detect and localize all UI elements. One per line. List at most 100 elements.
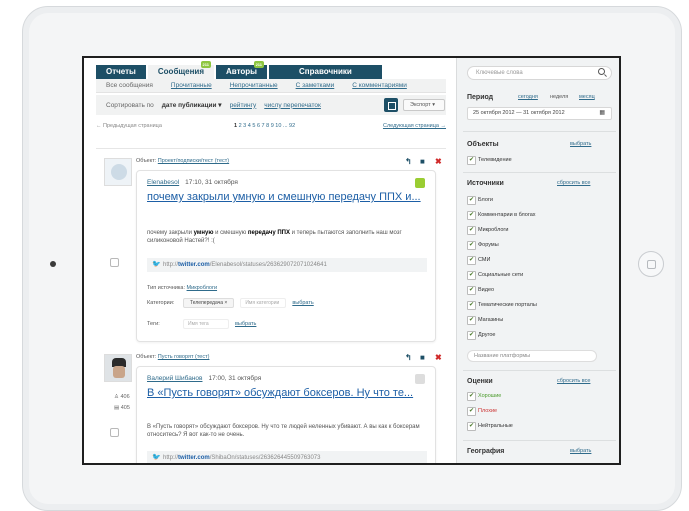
period-week[interactable]: неделя xyxy=(550,94,568,100)
filter-all[interactable]: Все сообщения xyxy=(106,82,153,89)
sources-reset[interactable]: сбросить все xyxy=(557,180,590,186)
delete-icon[interactable]: ✖ xyxy=(435,354,442,362)
ratings-reset[interactable]: сбросить все xyxy=(557,378,590,384)
divider xyxy=(463,440,616,441)
source-blog-comments[interactable]: Комментарии в блогах xyxy=(467,211,536,220)
sort-by-date[interactable]: дате публикации ▾ xyxy=(162,101,222,109)
home-square-icon xyxy=(647,260,656,269)
source-url[interactable]: 🐦 http://twitter.com/Elenabesol/statuses/… xyxy=(147,258,427,272)
date-range-field[interactable]: 25 октября 2012 — 31 октября 2012 ▦ xyxy=(467,107,612,120)
url-domain: twitter.com xyxy=(178,262,210,268)
source-social[interactable]: Социальные сети xyxy=(467,271,523,280)
filter-comments[interactable]: С комментариями xyxy=(352,82,407,89)
tag-input[interactable]: Имя тега xyxy=(183,319,229,329)
search-icon[interactable] xyxy=(598,68,605,75)
author-name[interactable]: Elenabesol xyxy=(147,179,179,186)
url-path: /Elenabesol/statuses/263629072071024641 xyxy=(209,262,327,268)
keyword-search-input[interactable]: Ключевые слова xyxy=(467,66,612,80)
source-type-value[interactable]: Микроблоги xyxy=(187,285,218,291)
calendar-icon[interactable]: ▦ xyxy=(599,108,605,119)
status-square-icon[interactable] xyxy=(415,374,425,384)
home-button[interactable] xyxy=(638,251,664,277)
post-title[interactable]: почему закрыли умную и смешную передачу … xyxy=(147,191,421,203)
source-media[interactable]: СМИ xyxy=(467,256,490,265)
object-link[interactable]: Пусть говорят (тест) xyxy=(158,354,210,360)
tab-directories[interactable]: Справочники xyxy=(269,65,382,79)
prev-page-link[interactable]: ← Предыдущая страница xyxy=(96,123,162,129)
tab-messages[interactable]: Сообщения 211 xyxy=(147,61,214,79)
post-card: Elenabesol 17:10, 31 октября почему закры… xyxy=(136,170,436,342)
period-month[interactable]: месяц xyxy=(579,94,595,100)
source-type: Тип источника: Микроблоги xyxy=(147,285,217,291)
rating-neutral[interactable]: Нейтральные xyxy=(467,422,513,431)
tab-reports-label: Отчеты xyxy=(106,67,136,76)
object-link[interactable]: Проект/подписки/тест (тест) xyxy=(158,158,229,164)
page-links[interactable]: 2 3 4 5 6 7 8 9 10 ... 92 xyxy=(239,123,296,129)
save-icon[interactable]: ■ xyxy=(420,354,427,362)
status-square-icon[interactable] xyxy=(415,178,425,188)
body-text: почему закрыли xyxy=(147,230,194,236)
tab-messages-label: Сообщения xyxy=(157,67,204,76)
period-today[interactable]: сегодня xyxy=(518,94,538,100)
sort-by-rating[interactable]: рейтингу xyxy=(230,102,257,109)
categories-label: Категории: xyxy=(147,300,175,306)
tab-reports[interactable]: Отчеты xyxy=(96,65,146,79)
main-content: Отчеты Сообщения 211 Авторы 211 Справочник… xyxy=(84,58,456,463)
tags-row: Теги: Имя тега выбрать xyxy=(147,319,256,329)
filter-notes[interactable]: С заметками xyxy=(296,82,335,89)
reply-icon[interactable]: ↰ xyxy=(405,354,412,362)
rating-good[interactable]: Хорошие xyxy=(467,392,501,401)
posts-stat: ▤ 405 xyxy=(114,405,130,411)
object-line: Объект: Проект/подписки/тест (тест) xyxy=(136,158,229,164)
divider xyxy=(463,370,616,371)
source-video[interactable]: Видео xyxy=(467,286,494,295)
source-blogs[interactable]: Блоги xyxy=(467,196,493,205)
tab-authors-label: Авторы xyxy=(226,67,258,76)
period-heading: Период xyxy=(467,94,494,101)
platform-name-input[interactable]: Название платформы xyxy=(467,350,597,362)
tab-directories-label: Справочники xyxy=(299,67,352,76)
category-choose-link[interactable]: выбрать xyxy=(292,300,313,306)
post-card: Валерий Шибанов 17:00, 31 октября В «Пуст… xyxy=(136,366,436,463)
tab-authors[interactable]: Авторы 211 xyxy=(216,61,268,79)
sort-by-reposts[interactable]: числу перепечаток xyxy=(264,102,321,109)
objects-heading: Объекты xyxy=(467,141,499,148)
settings-icon[interactable] xyxy=(384,98,398,112)
delete-icon[interactable]: ✖ xyxy=(435,158,442,166)
geo-heading: География xyxy=(467,448,505,455)
ratings-heading: Оценки xyxy=(467,378,493,385)
author-name[interactable]: Валерий Шибанов xyxy=(147,375,202,382)
camera-dot xyxy=(50,261,56,267)
rating-bad[interactable]: Плохие xyxy=(467,407,497,416)
category-chip[interactable]: Телепередача × xyxy=(183,298,235,308)
url-prefix: http:// xyxy=(163,262,179,268)
post-checkbox[interactable] xyxy=(110,258,119,267)
reply-icon[interactable]: ↰ xyxy=(405,158,412,166)
source-forums[interactable]: Форумы xyxy=(467,241,499,250)
post-title[interactable]: В «Пусть говорят» обсуждают боксеров. Ну… xyxy=(147,387,413,399)
top-tabs: Отчеты Сообщения 211 Авторы 211 Справочник… xyxy=(96,61,384,79)
filter-read[interactable]: Прочитанные xyxy=(171,82,212,89)
tag-choose-link[interactable]: выбрать xyxy=(235,321,256,327)
divider xyxy=(463,172,616,173)
export-button[interactable]: Экспорт ▾ xyxy=(403,99,445,111)
page-numbers: 1 2 3 4 5 6 7 8 9 10 ... 92 xyxy=(234,123,295,129)
tab-messages-badge: 211 xyxy=(200,61,211,68)
filter-unread[interactable]: Непрочитанные xyxy=(230,82,278,89)
save-icon[interactable]: ■ xyxy=(420,158,427,166)
post-time: 17:00, 31 октября xyxy=(208,375,262,382)
source-portals[interactable]: Тематические порталы xyxy=(467,301,537,310)
search-placeholder: Ключевые слова xyxy=(476,70,523,76)
object-checkbox-tv[interactable]: Телевидение xyxy=(467,156,512,165)
category-input[interactable]: Имя категории xyxy=(240,298,287,308)
sort-bar: Сортировать по дате публикации ▾ рейтинг… xyxy=(96,95,446,115)
source-other[interactable]: Другое xyxy=(467,331,495,340)
post-checkbox[interactable] xyxy=(110,428,119,437)
objects-choose[interactable]: выбрать xyxy=(570,141,591,147)
geo-choose[interactable]: выбрать xyxy=(570,448,591,454)
post-item: ♙ 406 ▤ 405 Объект: Пусть говорят (тест)… xyxy=(96,354,446,463)
next-page-link[interactable]: Следующая страница → xyxy=(383,123,446,129)
source-url[interactable]: 🐦 http://twitter.com/ShibaOn/statuses/263… xyxy=(147,451,427,463)
source-microblogs[interactable]: Микроблоги xyxy=(467,226,509,235)
source-shops[interactable]: Магазины xyxy=(467,316,503,325)
